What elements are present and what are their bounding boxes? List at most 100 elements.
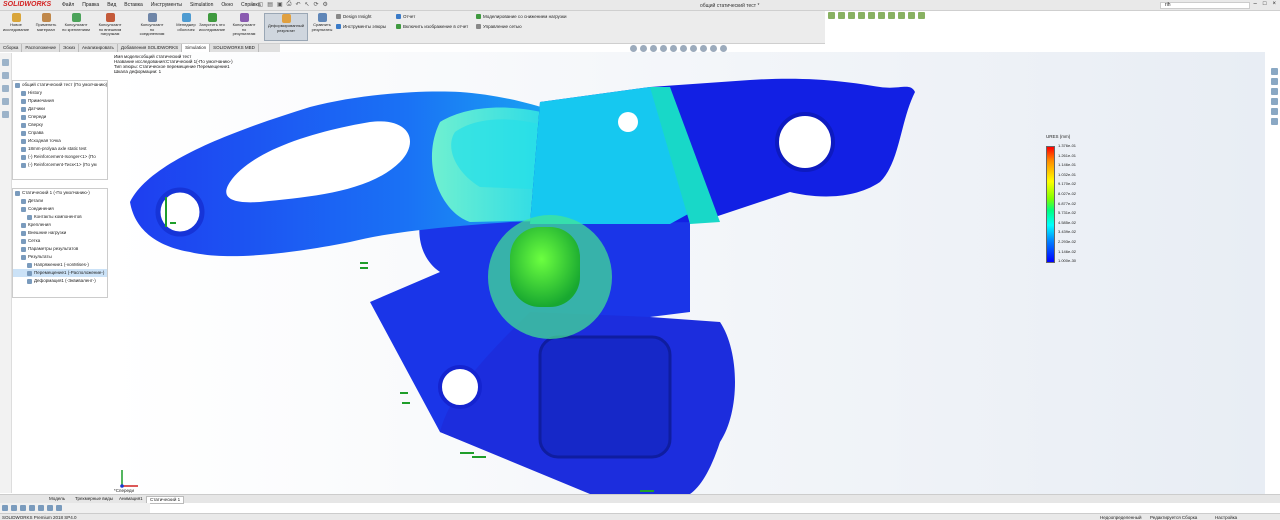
- tree-item[interactable]: History: [13, 89, 107, 97]
- tab-sketch[interactable]: Эскиз: [60, 44, 80, 52]
- deformed-result-button[interactable]: Деформированный результат: [264, 13, 308, 41]
- new-icon[interactable]: ▢: [258, 1, 264, 8]
- graphics-viewport[interactable]: [110, 52, 1265, 494]
- tree-item[interactable]: Напряжение1 (-vonMises-): [13, 261, 107, 269]
- view-settings-icon[interactable]: [720, 45, 727, 52]
- tree-item[interactable]: Примечания: [13, 97, 107, 105]
- menu-simulation[interactable]: Simulation: [190, 2, 213, 8]
- view-icon[interactable]: [918, 12, 925, 19]
- run-study-button[interactable]: Запустить это исследование: [198, 13, 226, 32]
- undo-icon[interactable]: ↶: [295, 1, 300, 8]
- tree-item[interactable]: Параметры результатов: [13, 245, 107, 253]
- report-button[interactable]: Отчет: [396, 14, 415, 19]
- view-icon[interactable]: [878, 12, 885, 19]
- tree-item[interactable]: Детали: [13, 197, 107, 205]
- view-icon[interactable]: [838, 12, 845, 19]
- close-icon[interactable]: ×: [1272, 1, 1276, 7]
- view-palette-icon[interactable]: [1271, 98, 1278, 105]
- loads-advisor-button[interactable]: Консультант по внешним нагрузкам: [96, 13, 124, 37]
- new-study-button[interactable]: Новое исследование: [2, 13, 30, 32]
- record-icon[interactable]: [47, 505, 53, 511]
- tree-item[interactable]: Крепления: [13, 221, 107, 229]
- tree-item[interactable]: Справа: [13, 129, 107, 137]
- load-reduction-button[interactable]: Моделирование со снижением нагрузки: [476, 14, 566, 19]
- tree-item[interactable]: (-) Reinforcement-Isonger<1> (По: [13, 153, 107, 161]
- include-image-button[interactable]: Включить изображение в отчет: [396, 24, 468, 29]
- settings-icon[interactable]: [56, 505, 62, 511]
- tab-animation[interactable]: Анимация1: [116, 496, 146, 502]
- minimize-icon[interactable]: –: [1254, 1, 1257, 7]
- resources-icon[interactable]: [1271, 68, 1278, 75]
- tab-layout[interactable]: Расположение: [22, 44, 60, 52]
- view-icon[interactable]: [828, 12, 835, 19]
- tree-item[interactable]: Исходная точка: [13, 137, 107, 145]
- tree-item[interactable]: Внешние нагрузки: [13, 229, 107, 237]
- connections-advisor-button[interactable]: Консультант по соединениям: [138, 13, 166, 37]
- menu-tools[interactable]: Инструменты: [151, 2, 182, 8]
- tab-mbd[interactable]: SOLIDWORKS MBD: [210, 44, 259, 52]
- apply-material-button[interactable]: Применить материал: [32, 13, 60, 32]
- view-icon[interactable]: [908, 12, 915, 19]
- tree-item[interactable]: Контакты компонентов: [13, 213, 107, 221]
- home-icon[interactable]: ⌂: [250, 1, 254, 8]
- view-icon[interactable]: [858, 12, 865, 19]
- appearances-icon[interactable]: [1271, 108, 1278, 115]
- zoom-area-icon[interactable]: [640, 45, 647, 52]
- tab-addins[interactable]: Добавления SOLIDWORKS: [118, 44, 183, 52]
- mesh-control-button[interactable]: Управление сетью: [476, 24, 522, 29]
- menu-window[interactable]: Окно: [221, 2, 233, 8]
- last-icon[interactable]: [38, 505, 44, 511]
- previous-icon[interactable]: [11, 505, 17, 511]
- view-orientation-icon[interactable]: [670, 45, 677, 52]
- tree-item[interactable]: 18mm-prolyaa axle static test: [13, 145, 107, 153]
- menu-insert[interactable]: Вставка: [124, 2, 143, 8]
- open-icon[interactable]: ▤: [267, 1, 273, 8]
- tree-item[interactable]: Деформация1 (-Эквивалент-): [13, 277, 107, 285]
- tab-3d-views[interactable]: Трехмерные виды: [72, 496, 116, 502]
- search-input[interactable]: rih: [1160, 2, 1250, 9]
- view-icon[interactable]: [848, 12, 855, 19]
- hide-show-icon[interactable]: [690, 45, 697, 52]
- tree-item[interactable]: (-) Reinforcement-Тиск<1> (По ум: [13, 161, 107, 169]
- rebuild-icon[interactable]: ⟳: [314, 1, 319, 8]
- tree-item-selected[interactable]: Перемещение1 (-Расположение-): [13, 269, 107, 277]
- previous-view-icon[interactable]: [650, 45, 657, 52]
- tree-item-study[interactable]: Статический 1 (-По умолчанию-): [13, 189, 107, 197]
- design-library-icon[interactable]: [1271, 78, 1278, 85]
- custom-properties-icon[interactable]: [1271, 118, 1278, 125]
- tree-item[interactable]: Спереди: [13, 113, 107, 121]
- compare-results-button[interactable]: Сравнить результаты: [308, 13, 336, 32]
- tab-model[interactable]: Модель: [46, 496, 68, 502]
- print-icon[interactable]: ⎙: [287, 1, 292, 8]
- tree-item[interactable]: Соединения: [13, 205, 107, 213]
- results-advisor-button[interactable]: Консультант по результатам: [230, 13, 258, 37]
- save-icon[interactable]: ▣: [277, 1, 283, 8]
- display-style-icon[interactable]: [680, 45, 687, 52]
- first-icon[interactable]: [2, 505, 8, 511]
- select-icon[interactable]: ↖: [304, 1, 309, 8]
- tree-item[interactable]: Результаты: [13, 253, 107, 261]
- menu-view[interactable]: Вид: [107, 2, 116, 8]
- shell-manager-button[interactable]: Менеджер оболочек: [172, 13, 200, 32]
- scene-icon[interactable]: [710, 45, 717, 52]
- section-view-icon[interactable]: [660, 45, 667, 52]
- tree-item-root[interactable]: общий статический тест (По умолчанию): [13, 81, 107, 89]
- design-insight-button[interactable]: Design Insight: [336, 14, 372, 19]
- fixtures-advisor-button[interactable]: Консультант по креплениям: [62, 13, 90, 32]
- tab-static-study[interactable]: Статический 1: [146, 496, 185, 504]
- tab-simulation[interactable]: Simulation: [182, 44, 211, 52]
- tree-item[interactable]: Сетка: [13, 237, 107, 245]
- menu-edit[interactable]: Правка: [82, 2, 99, 8]
- display-icon[interactable]: [2, 111, 9, 118]
- zoom-fit-icon[interactable]: [630, 45, 637, 52]
- property-manager-icon[interactable]: [2, 72, 9, 79]
- tab-evaluate[interactable]: Анализировать: [79, 44, 118, 52]
- view-icon[interactable]: [888, 12, 895, 19]
- configuration-icon[interactable]: [2, 85, 9, 92]
- file-explorer-icon[interactable]: [1271, 88, 1278, 95]
- tree-item[interactable]: Сверху: [13, 121, 107, 129]
- view-icon[interactable]: [868, 12, 875, 19]
- units-status[interactable]: Настройка: [1215, 515, 1237, 520]
- tab-assembly[interactable]: Сборка: [0, 44, 23, 52]
- appearance-icon[interactable]: [700, 45, 707, 52]
